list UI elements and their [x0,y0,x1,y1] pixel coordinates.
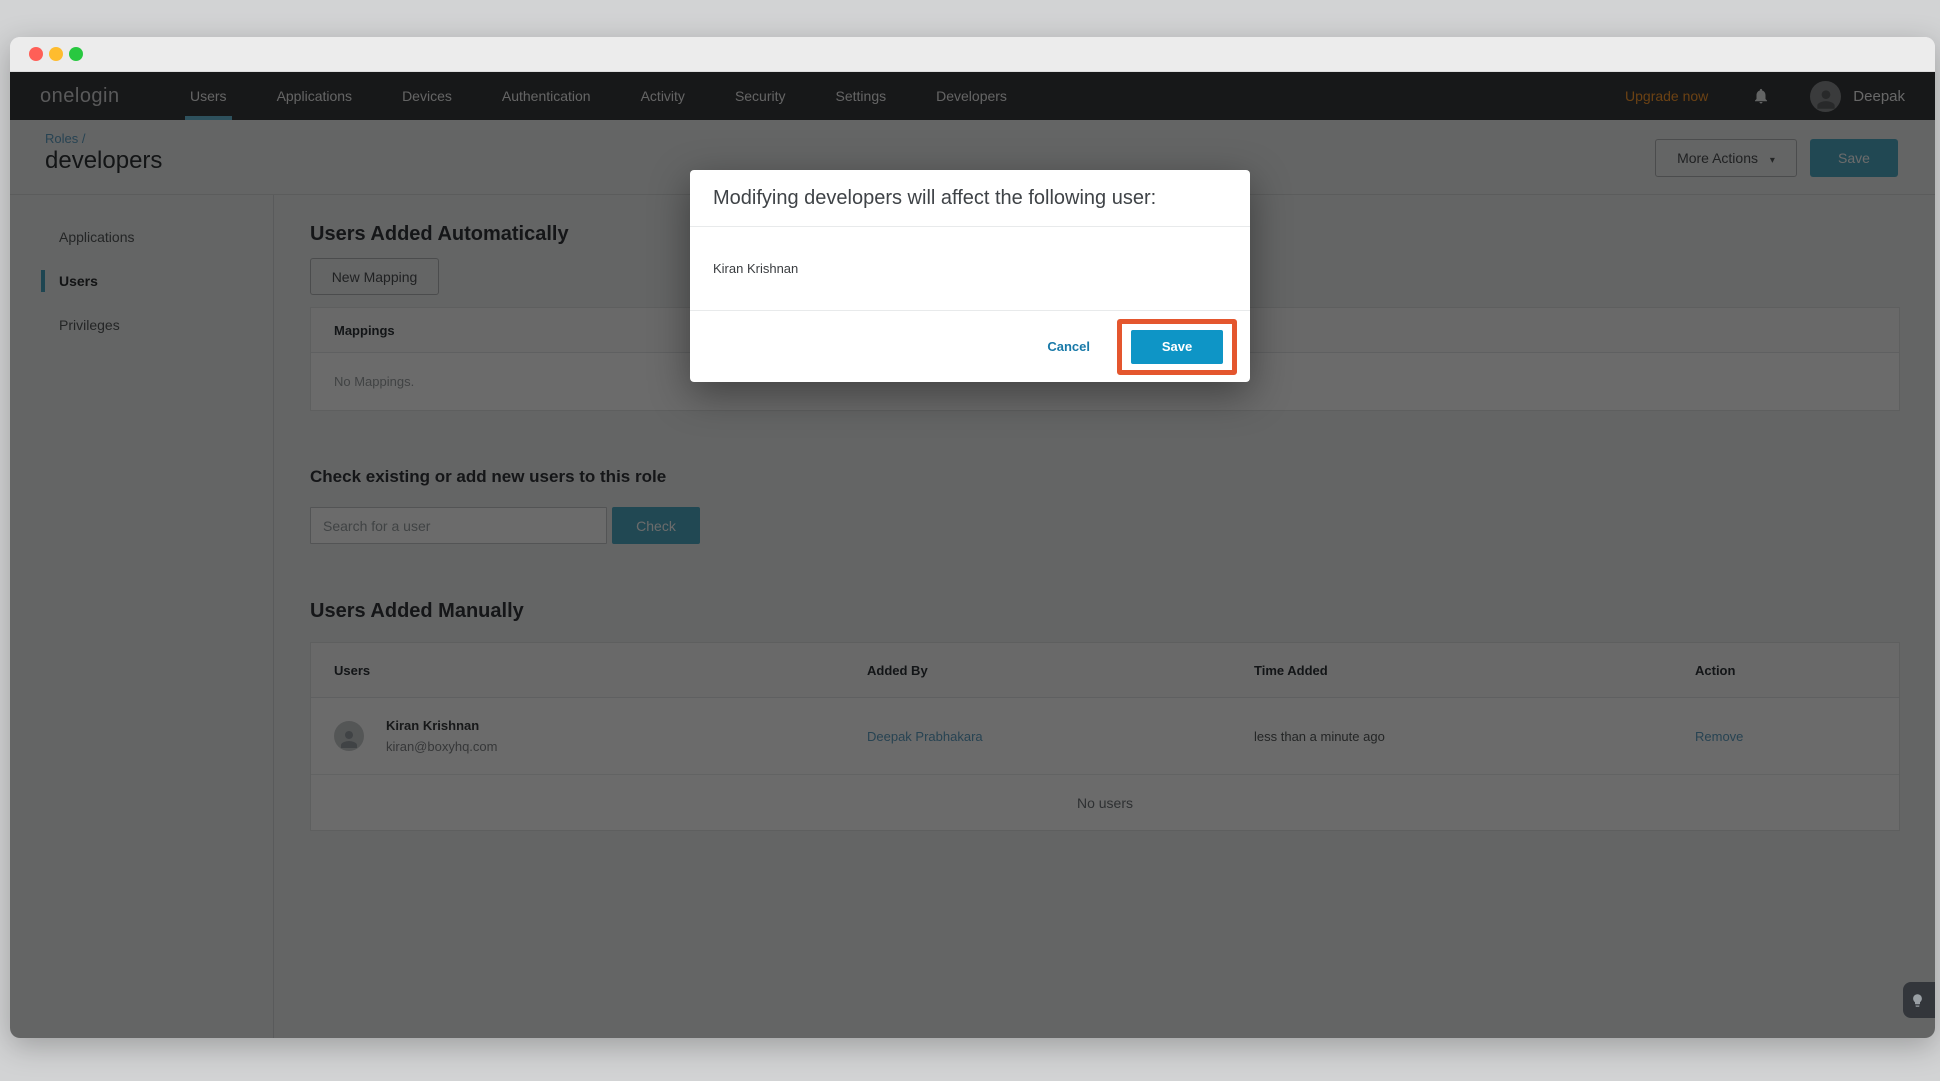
modal-title: Modifying developers will affect the fol… [690,170,1250,227]
modal-footer: Cancel Save [690,310,1250,382]
zoom-window-button[interactable] [69,47,83,61]
modal-save-button[interactable]: Save [1131,330,1223,364]
confirm-save-modal: Modifying developers will affect the fol… [690,170,1250,382]
close-window-button[interactable] [29,47,43,61]
cancel-button[interactable]: Cancel [1047,339,1090,354]
lightbulb-icon [1910,993,1925,1008]
browser-window: onelogin Users Applications Devices Auth… [10,37,1935,1038]
modal-affected-user: Kiran Krishnan [690,227,1250,310]
annotation-highlight-box: Save [1117,319,1237,375]
minimize-window-button[interactable] [49,47,63,61]
help-widget-button[interactable] [1903,982,1935,1018]
window-title-bar [10,37,1935,72]
